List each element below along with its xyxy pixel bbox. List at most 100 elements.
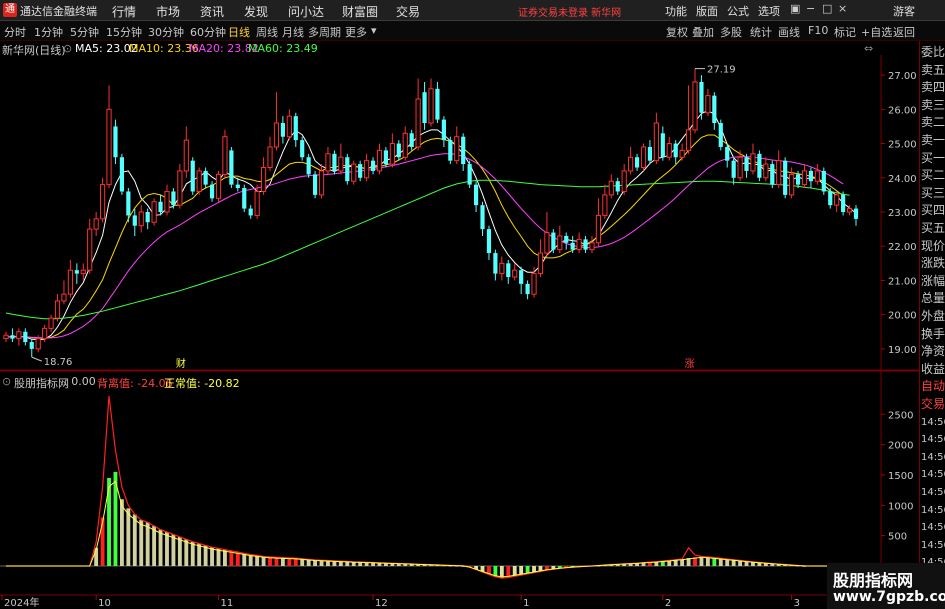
side-panel-item[interactable]: 交易 xyxy=(921,395,945,414)
menu-shichang[interactable]: 市场 xyxy=(156,3,180,20)
btn-tongji[interactable]: 统计 xyxy=(750,24,772,40)
site-watermark: 股朋指标网 www.7gpzb.com xyxy=(827,563,945,609)
indicator-bar xyxy=(776,564,781,566)
indicator-dropdown-icon[interactable]: ⊙ xyxy=(2,375,11,388)
price-tick-label: 20.00 xyxy=(888,311,917,322)
candle-body xyxy=(171,191,176,206)
app-logo-icon: 通 xyxy=(3,3,17,17)
btn-fanhui[interactable]: 返回 xyxy=(893,24,915,40)
side-panel-item: 卖二 xyxy=(921,115,945,130)
indicator-name[interactable]: 股朋指标网 xyxy=(14,375,69,391)
maximize-icon[interactable]: □ xyxy=(822,2,832,15)
menu-gongneng[interactable]: 功能 xyxy=(665,3,687,19)
side-panel-item: 14:56 xyxy=(921,434,945,446)
indicator-bar xyxy=(519,566,524,576)
period-5min[interactable]: 5分钟 xyxy=(70,24,99,40)
btn-huaxian[interactable]: 画线 xyxy=(778,24,800,40)
period-day[interactable]: 日线 xyxy=(228,24,250,40)
candle-body xyxy=(608,180,614,196)
btn-add-watchlist[interactable]: +自选 xyxy=(861,24,892,40)
candle-body xyxy=(158,201,163,212)
ma-line-ma10 xyxy=(6,134,844,339)
title-bar: 通 通达信金融终端 行情 市场 资讯 发现 问小达 财富圈 交易 证券交易未登录… xyxy=(0,0,945,21)
candle-body xyxy=(679,149,685,158)
candle-body xyxy=(300,140,305,158)
side-panel-item: 涨跌 xyxy=(921,256,945,271)
candle-body xyxy=(10,335,15,339)
period-multi[interactable]: 多周期 xyxy=(308,24,341,40)
btn-fuquan[interactable]: 复权 xyxy=(666,24,688,40)
indicator-bar xyxy=(686,558,691,566)
candle-body xyxy=(602,194,608,216)
candle-body xyxy=(54,300,61,319)
more-dropdown-icon[interactable]: ▾ xyxy=(371,24,377,37)
side-panel-item: 收益 xyxy=(921,361,945,376)
chart-scroll-icon[interactable]: ⇔ xyxy=(864,42,873,55)
menu-zixun[interactable]: 资讯 xyxy=(200,3,224,20)
price-tick-label: 19.00 xyxy=(888,345,917,356)
period-1min[interactable]: 1分钟 xyxy=(34,24,63,40)
side-panel-item: 14:56 xyxy=(921,451,945,463)
indicator-bar xyxy=(609,564,614,566)
period-60min[interactable]: 60分钟 xyxy=(190,24,226,40)
period-more[interactable]: 更多 xyxy=(345,24,367,40)
btn-duogu[interactable]: 多股 xyxy=(720,24,742,40)
indicator-bar xyxy=(641,562,646,566)
indicator-bar xyxy=(667,560,672,566)
minimize-icon[interactable]: − xyxy=(806,2,815,15)
indicator-bar xyxy=(506,566,511,578)
settings-dropdown-icon[interactable]: ⊙ xyxy=(63,42,72,55)
menu-banmian[interactable]: 版面 xyxy=(696,3,718,19)
btn-biaoji[interactable]: 标记 xyxy=(834,24,856,40)
candle-body xyxy=(544,232,550,254)
indicator-bar xyxy=(203,545,208,566)
skin-icon[interactable]: ▣ xyxy=(790,2,800,15)
indicator-bar xyxy=(770,563,775,566)
btn-f10[interactable]: F10 xyxy=(808,24,828,37)
indicator-bar xyxy=(409,563,414,566)
candle-body xyxy=(808,170,814,182)
high-price-label: 27.19 xyxy=(707,65,736,76)
candle-body xyxy=(42,327,48,340)
indicator-bar xyxy=(287,557,292,566)
menu-wenxiaoda[interactable]: 问小达 xyxy=(288,3,324,20)
indicator-bar xyxy=(499,566,504,579)
quote-side-panel: 委比 卖五 卖四 卖三 卖二 卖一 买一 买二 买三 买四 买五 现价 涨跌 涨幅 总量 外盘 换手 净资 收益 自动… xyxy=(919,41,945,591)
candle-body xyxy=(531,273,537,295)
menu-jiaoyi[interactable]: 交易 xyxy=(396,3,420,20)
candle-body xyxy=(589,242,595,251)
candle-body xyxy=(731,160,736,178)
side-panel-item[interactable]: 自动 xyxy=(921,377,945,396)
login-notice[interactable]: 证券交易未登录 新华网 xyxy=(518,4,621,19)
period-30min[interactable]: 30分钟 xyxy=(148,24,184,40)
indicator-bar xyxy=(383,562,388,566)
btn-diejia[interactable]: 叠加 xyxy=(692,24,714,40)
stock-label[interactable]: 新华网(日线) xyxy=(2,42,66,58)
period-fenshi[interactable]: 分时 xyxy=(4,24,26,40)
guest-label[interactable]: 游客 xyxy=(893,3,915,19)
ma-line-ma60 xyxy=(5,179,850,320)
candle-body xyxy=(454,136,460,162)
close-icon[interactable]: × xyxy=(838,2,847,15)
candle-body xyxy=(821,170,826,192)
event-marker-zhang: 涨 xyxy=(685,358,695,370)
period-week[interactable]: 周线 xyxy=(256,24,278,40)
menu-caifuquan[interactable]: 财富圈 xyxy=(342,3,378,20)
candle-body xyxy=(396,143,401,158)
indicator-bar xyxy=(757,562,762,566)
menu-faxian[interactable]: 发现 xyxy=(244,3,268,20)
time-tick-label: 3 xyxy=(794,598,800,609)
indicator-bar xyxy=(416,564,421,566)
menu-hangqing[interactable]: 行情 xyxy=(112,3,136,20)
indicator-signal-line xyxy=(6,396,856,579)
period-15min[interactable]: 15分钟 xyxy=(106,24,142,40)
menu-gongshi[interactable]: 公式 xyxy=(727,3,749,19)
candle-body xyxy=(834,194,840,206)
candle-body xyxy=(499,262,505,275)
indicator-header: ⊙ 股朋指标网 : 0.00 背离值: -24.06 正常值: -20.82 xyxy=(0,374,880,391)
candle-body xyxy=(61,293,67,302)
menu-xuanxiang[interactable]: 选项 xyxy=(758,3,780,19)
period-month[interactable]: 月线 xyxy=(282,24,304,40)
indicator-bar xyxy=(705,556,710,566)
candle-body xyxy=(776,160,782,186)
